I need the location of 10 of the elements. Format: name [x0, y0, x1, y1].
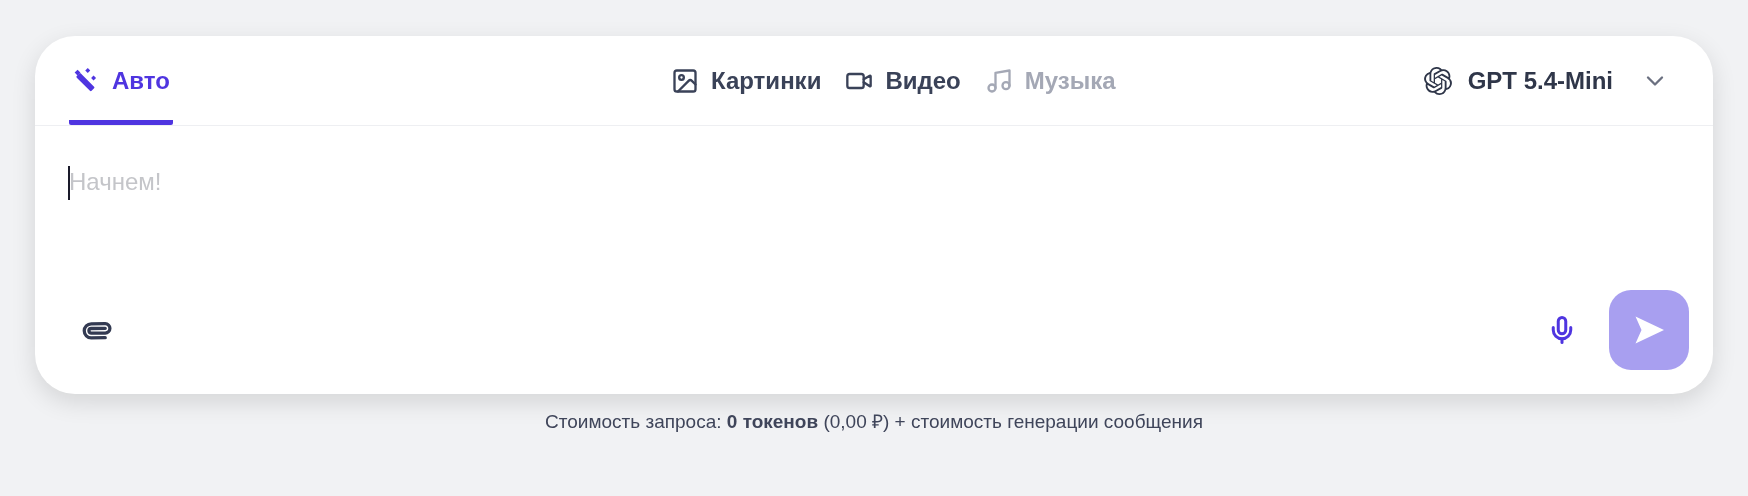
text-cursor — [68, 166, 70, 200]
mode-tab[interactable]: Видео — [845, 62, 961, 99]
mode-tab[interactable]: Картинки — [671, 62, 822, 99]
prompt-field[interactable]: Начнем! — [69, 164, 1679, 244]
model-selector[interactable]: GPT 5.4-Mini — [1423, 36, 1679, 125]
cost-note: Стоимость запроса: 0 токенов (0,00 ₽) + стоимость генерации сообщения — [545, 410, 1203, 434]
mode-tab[interactable]: Авто — [69, 36, 173, 125]
image-icon — [671, 66, 699, 95]
logo-icon — [1423, 66, 1452, 95]
music-note-icon — [984, 66, 1013, 95]
